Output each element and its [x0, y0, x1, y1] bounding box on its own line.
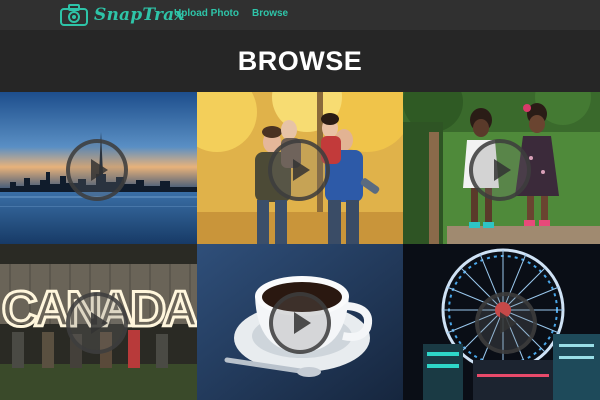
camera-icon	[60, 4, 88, 26]
photo-tile-sparklers[interactable]: CANADA	[0, 244, 197, 400]
photo-tile-autumn-couples[interactable]	[197, 92, 403, 244]
nav-upload-photo[interactable]: Upload Photo	[174, 8, 239, 19]
play-button[interactable]	[268, 139, 330, 201]
photo-tile-skyline[interactable]	[0, 92, 197, 244]
play-icon	[494, 159, 511, 181]
photo-tile-ferris-wheel[interactable]	[403, 244, 600, 400]
play-icon	[91, 159, 108, 181]
play-button[interactable]	[469, 139, 531, 201]
logo[interactable]: SnapTrax	[60, 2, 185, 28]
photo-tile-coffee[interactable]	[197, 244, 403, 400]
play-icon	[293, 159, 310, 181]
nav-browse[interactable]: Browse	[252, 8, 288, 19]
play-icon	[294, 312, 311, 334]
play-button[interactable]	[269, 292, 331, 354]
play-button[interactable]	[475, 292, 537, 354]
play-button[interactable]	[66, 139, 128, 201]
photo-grid: CANADA	[0, 92, 600, 400]
brand-name: SnapTrax	[94, 5, 185, 25]
page-title: BROWSE	[237, 45, 363, 76]
page-header: BROWSE	[0, 30, 600, 92]
photo-tile-girls-park[interactable]	[403, 92, 600, 244]
play-icon	[91, 312, 108, 334]
play-icon	[500, 312, 517, 334]
play-button[interactable]	[66, 292, 128, 354]
top-nav: SnapTrax Upload Photo Browse	[0, 0, 600, 30]
